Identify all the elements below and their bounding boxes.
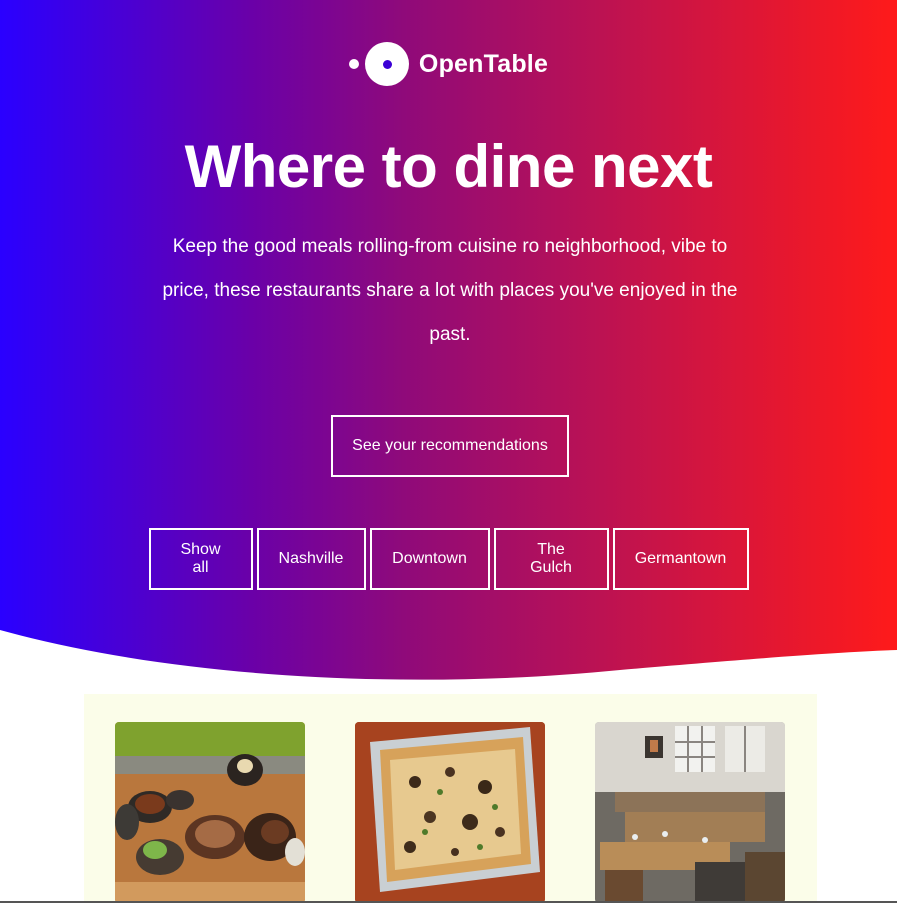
restaurant-cards — [84, 694, 817, 903]
opentable-logo-icon — [348, 40, 411, 88]
wave-divider — [0, 630, 897, 700]
hero-description: Keep the good meals rolling-from cuisine… — [162, 236, 738, 345]
pizza-photo — [355, 722, 545, 903]
page-headline: Where to dine next — [184, 133, 713, 200]
restaurant-card-3[interactable] — [595, 722, 785, 903]
restaurant-card-2[interactable] — [355, 722, 545, 903]
restaurant-card-1[interactable] — [115, 722, 305, 903]
filter-germantown[interactable]: Germantown — [612, 528, 749, 590]
grilled-meat-platter-photo — [115, 722, 305, 903]
filter-nashville[interactable]: Nashville — [256, 528, 366, 590]
location-filter-bar: Show all Nashville Downtown The Gulch Ge… — [0, 528, 897, 590]
see-recommendations-button[interactable]: See your recommendations — [331, 415, 569, 477]
restaurant-dining-room-photo — [595, 722, 785, 903]
brand-name: OpenTable — [418, 49, 549, 78]
opentable-logo[interactable]: OpenTable — [0, 40, 897, 88]
filter-the-gulch[interactable]: The Gulch — [493, 528, 609, 590]
filter-show-all[interactable]: Show all — [148, 528, 253, 590]
filter-downtown[interactable]: Downtown — [369, 528, 490, 590]
